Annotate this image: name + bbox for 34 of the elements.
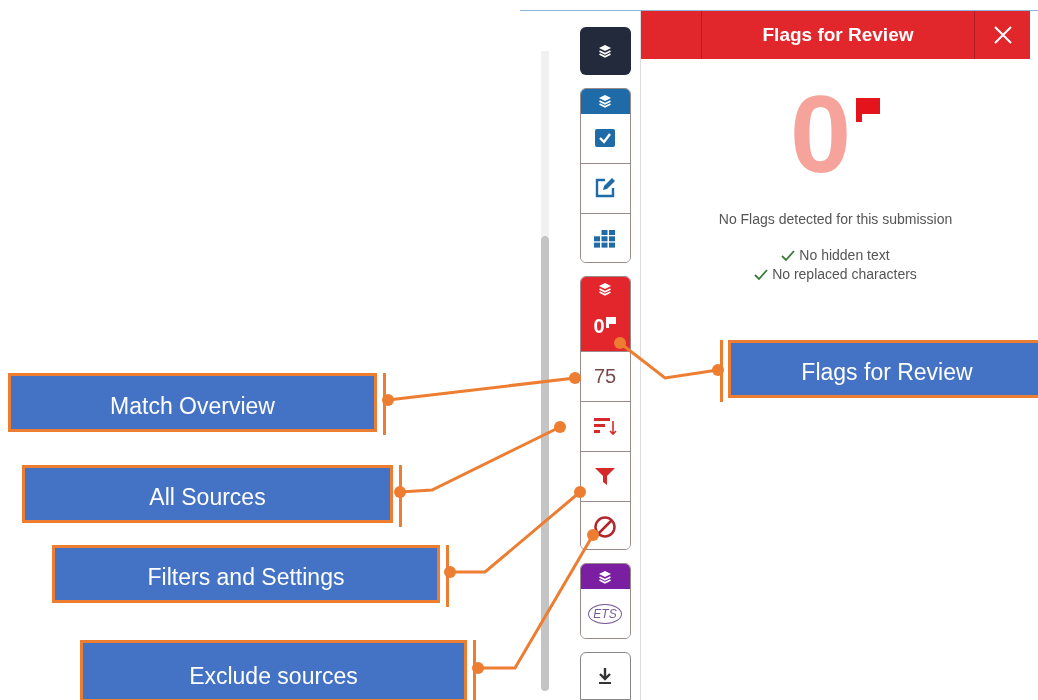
- checkbox-icon: [594, 128, 616, 149]
- layers-button[interactable]: [579, 27, 631, 75]
- grid-icon: [594, 229, 616, 248]
- download-button[interactable]: [579, 652, 631, 700]
- check-icon: [781, 249, 796, 262]
- check-icon: [754, 268, 769, 281]
- panel-title: Flags for Review: [701, 11, 975, 59]
- callout-label: Flags for Review: [728, 340, 1038, 398]
- prohibited-icon: [593, 514, 617, 539]
- callout-bracket: [446, 545, 449, 607]
- layers-icon: [598, 43, 612, 58]
- check-result: No replaced characters: [772, 265, 917, 284]
- layers-icon: [598, 569, 612, 584]
- flag-icon: [855, 97, 882, 123]
- sort-icon: [593, 416, 617, 437]
- callout-bracket: [399, 465, 402, 527]
- flags-message: No Flags detected for this submission: [718, 210, 953, 229]
- flag-icon: [604, 316, 617, 329]
- close-icon: [993, 26, 1012, 44]
- layers-icon: [598, 282, 612, 297]
- flag-count: 0: [789, 79, 852, 189]
- callout-label: Filters and Settings: [52, 545, 440, 603]
- callout-label: Exclude sources: [80, 640, 467, 700]
- layers-icon: [598, 94, 612, 109]
- callout-label: Match Overview: [8, 373, 377, 432]
- filter-icon: [594, 466, 616, 487]
- callout-label: All Sources: [22, 465, 393, 523]
- callout-bracket: [383, 373, 386, 435]
- flags-button[interactable]: 0: [580, 301, 630, 352]
- callout-bracket: [473, 640, 476, 700]
- scrollbar-thumb[interactable]: [541, 236, 549, 691]
- download-icon: [597, 667, 613, 686]
- check-result: No hidden text: [799, 246, 890, 265]
- callout-bracket: [720, 340, 723, 402]
